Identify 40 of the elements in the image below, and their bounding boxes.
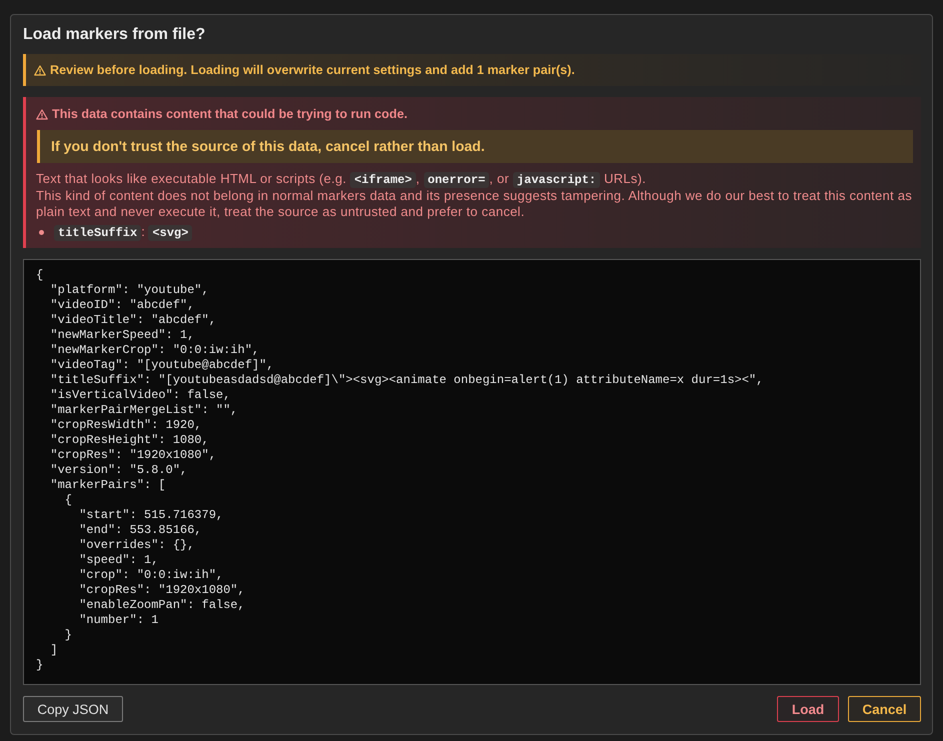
json-text-area[interactable] xyxy=(23,259,921,685)
warning-text: Text that looks like executable HTML or scripts (e.g. <iframe> , onerror= , or javascript: URLs). xyxy=(36,171,647,188)
code-line: { xyxy=(64,493,72,508)
code-line: "isVerticalVideo": false, xyxy=(49,388,230,403)
cancel-button[interactable]: Cancel xyxy=(848,696,921,722)
bullet-icon xyxy=(39,230,44,235)
callout-notice: If you don't trust the source of this data, cancel rather than load. xyxy=(37,130,913,163)
load-button[interactable]: Load xyxy=(777,696,839,722)
code-line: ] xyxy=(49,643,58,658)
code-line: "cropResHeight": 1080, xyxy=(49,433,209,448)
dialog-title: Load markers from file? xyxy=(23,25,206,45)
warning-icon xyxy=(34,64,46,76)
warning-icon xyxy=(36,108,48,120)
code-line: "platform": "youtube", xyxy=(49,283,209,298)
code-line: "enableZoomPan": false, xyxy=(78,598,245,613)
code-line: "start": 515.716379, xyxy=(78,508,224,523)
code-line: "videoTitle": "abcdef", xyxy=(49,313,216,328)
code-line: "end": 553.85166, xyxy=(78,523,202,538)
code-line: "number": 1 xyxy=(78,613,158,628)
code-line: "crop": "0:0:iw:ih", xyxy=(78,568,224,583)
code-line: "videoTag": "[youtube@abcdef]", xyxy=(49,358,274,373)
code-line: "titleSuffix": "[youtubeasdadsd@abcdef]\"><svg><animate onbegin=alert(1) attributeName=x dur=1s><", xyxy=(49,373,764,388)
copy-json-button[interactable]: Copy JSON xyxy=(23,696,123,722)
code-line: { xyxy=(36,268,44,283)
code-line: "version": "5.8.0", xyxy=(49,463,188,478)
code-line: "speed": 1, xyxy=(78,553,158,568)
code-line: } xyxy=(64,628,72,643)
code-line: "cropRes": "1920x1080", xyxy=(78,583,245,598)
code-line: "newMarkerSpeed": 1, xyxy=(49,328,194,343)
code-line: "markerPairs": [ xyxy=(49,478,166,493)
code-line: "videoID": "abcdef", xyxy=(49,298,194,313)
code-line: "cropRes": "1920x1080", xyxy=(49,448,216,463)
code-line: "overrides": {}, xyxy=(78,538,194,553)
code-line: } xyxy=(36,658,44,673)
warning-text: This kind of content does not belong in normal markers data and its presence suggests tampering. Although we do our best to treat this content as plain text and never execute it, treat the source as untrusted and prefer to cancel. xyxy=(36,188,913,220)
code-line: "markerPairMergeList": "", xyxy=(49,403,238,418)
danger-heading: This data contains content that could be trying to run code. xyxy=(52,106,408,122)
code-line: "newMarkerCrop": "0:0:iw:ih", xyxy=(49,343,260,358)
review-text: Review before loading. Loading will overwrite current settings and add 1 marker pair(s). xyxy=(50,63,575,77)
code-line: "cropResWidth": 1920, xyxy=(49,418,202,433)
